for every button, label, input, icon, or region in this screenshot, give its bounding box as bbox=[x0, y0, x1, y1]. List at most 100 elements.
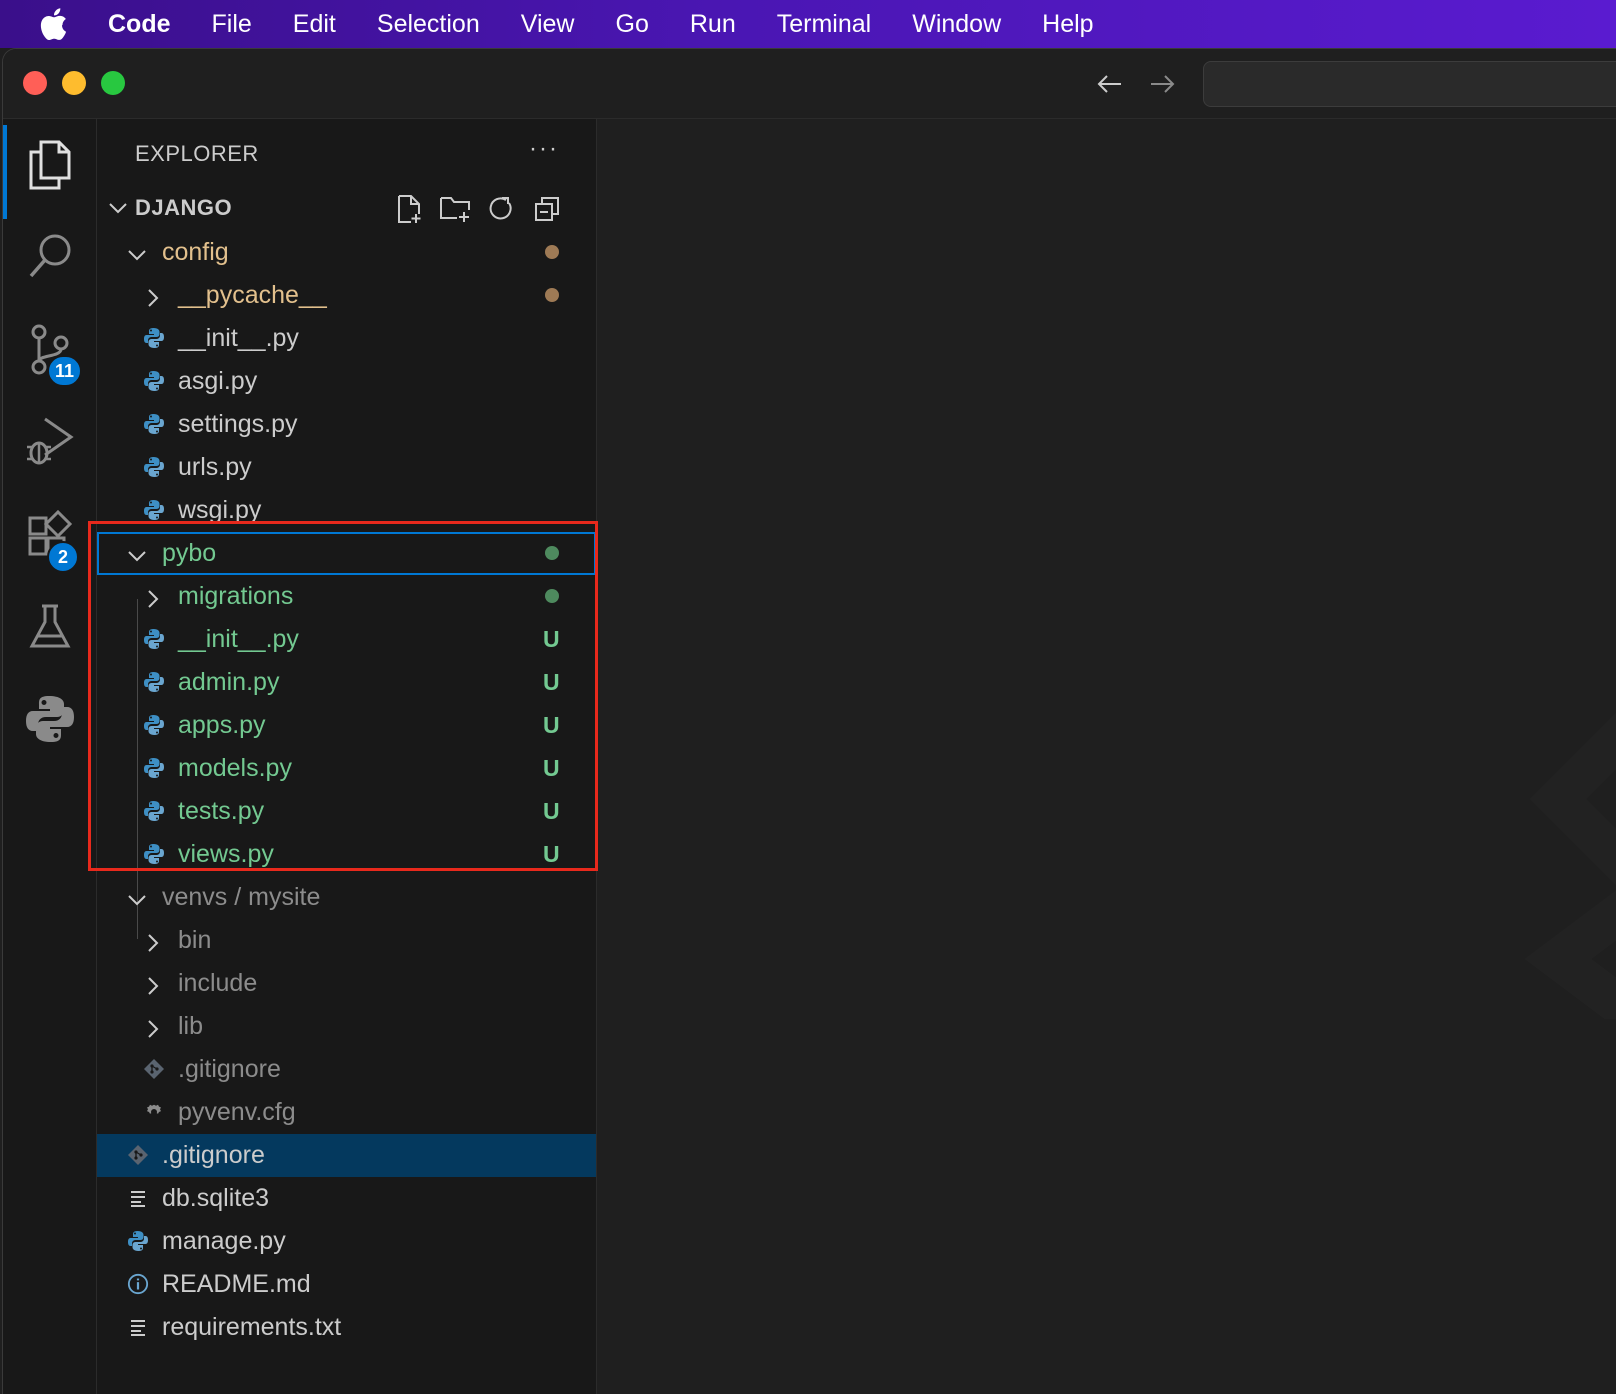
python-file-icon bbox=[143, 800, 165, 822]
chevron-right-icon bbox=[143, 1017, 161, 1038]
editor-area bbox=[598, 119, 1616, 1394]
more-actions-icon[interactable]: ··· bbox=[529, 135, 559, 163]
python-file-icon bbox=[143, 843, 165, 865]
collapse-all-button[interactable] bbox=[531, 193, 563, 225]
tree-file[interactable]: requirements.txt bbox=[97, 1306, 596, 1349]
tree-item-label: apps.py bbox=[178, 711, 266, 739]
arrow-left-icon bbox=[1097, 75, 1121, 93]
tree-file[interactable]: admin.py U bbox=[97, 661, 596, 704]
activity-run-debug[interactable] bbox=[3, 401, 97, 481]
gear-icon bbox=[143, 1101, 165, 1123]
search-icon bbox=[29, 234, 71, 278]
python-file-icon bbox=[143, 370, 165, 392]
workspace-section-header[interactable]: DJANGO bbox=[97, 187, 597, 229]
git-status-dot bbox=[545, 288, 559, 302]
tree-item-label: migrations bbox=[178, 582, 294, 610]
python-file-icon bbox=[143, 413, 165, 435]
menu-go[interactable]: Go bbox=[616, 10, 649, 39]
menu-file[interactable]: File bbox=[212, 10, 252, 39]
chevron-down-icon bbox=[127, 544, 146, 562]
tree-file[interactable]: manage.py bbox=[97, 1220, 596, 1263]
tree-file[interactable]: asgi.py bbox=[97, 360, 596, 403]
tree-file[interactable]: models.py U bbox=[97, 747, 596, 790]
tree-item-label: include bbox=[178, 969, 258, 997]
tree-file[interactable]: __init__.py bbox=[97, 317, 596, 360]
python-file-icon bbox=[143, 499, 165, 521]
go-forward-button[interactable] bbox=[1145, 67, 1179, 101]
chevron-right-icon bbox=[143, 931, 161, 952]
tree-file[interactable]: db.sqlite3 bbox=[97, 1177, 596, 1220]
tree-file[interactable]: .gitignore bbox=[97, 1048, 596, 1091]
chevron-right-icon bbox=[143, 974, 161, 995]
tree-folder[interactable]: pybo bbox=[97, 532, 596, 575]
tree-folder[interactable]: lib bbox=[97, 1005, 596, 1048]
tree-folder[interactable]: include bbox=[97, 962, 596, 1005]
extensions-badge: 2 bbox=[47, 541, 79, 573]
activity-explorer[interactable] bbox=[3, 125, 97, 219]
tree-item-label: __init__.py bbox=[178, 324, 299, 352]
tree-folder[interactable]: config bbox=[97, 231, 596, 274]
git-status-untracked-badge: U bbox=[543, 669, 560, 695]
tree-item-label: models.py bbox=[178, 754, 292, 782]
activity-search[interactable] bbox=[3, 217, 97, 297]
run-debug-icon bbox=[27, 417, 74, 465]
new-file-button[interactable] bbox=[393, 193, 425, 225]
tree-file[interactable]: pyvenv.cfg bbox=[97, 1091, 596, 1134]
git-status-untracked-badge: U bbox=[543, 798, 560, 824]
tree-item-label: asgi.py bbox=[178, 367, 258, 395]
close-window-button[interactable] bbox=[23, 71, 47, 95]
go-back-button[interactable] bbox=[1093, 67, 1127, 101]
menu-terminal[interactable]: Terminal bbox=[777, 10, 871, 39]
menu-run[interactable]: Run bbox=[690, 10, 736, 39]
menu-app-name[interactable]: Code bbox=[108, 10, 171, 39]
python-file-icon bbox=[143, 628, 165, 650]
refresh-icon bbox=[489, 197, 512, 220]
activity-testing[interactable] bbox=[3, 587, 97, 667]
minimize-window-button[interactable] bbox=[62, 71, 86, 95]
tree-file[interactable]: settings.py bbox=[97, 403, 596, 446]
arrow-right-icon bbox=[1151, 75, 1175, 93]
tree-file[interactable]: wsgi.py bbox=[97, 489, 596, 532]
title-bar bbox=[3, 49, 1616, 119]
tree-folder[interactable]: venvs / mysite bbox=[97, 876, 596, 919]
menu-selection[interactable]: Selection bbox=[377, 10, 480, 39]
activity-source-control[interactable]: 11 bbox=[3, 309, 97, 389]
refresh-button[interactable] bbox=[485, 193, 517, 225]
tree-folder[interactable]: bin bbox=[97, 919, 596, 962]
tree-item-label: manage.py bbox=[162, 1227, 286, 1255]
tree-file[interactable]: tests.py U bbox=[97, 790, 596, 833]
activity-python[interactable] bbox=[3, 679, 97, 759]
command-center-search[interactable] bbox=[1203, 61, 1616, 107]
activity-extensions[interactable]: 2 bbox=[3, 495, 97, 575]
menu-window[interactable]: Window bbox=[912, 10, 1001, 39]
menu-view[interactable]: View bbox=[521, 10, 575, 39]
python-file-icon bbox=[143, 456, 165, 478]
tree-file[interactable]: apps.py U bbox=[97, 704, 596, 747]
files-icon bbox=[29, 140, 71, 190]
tree-item-label: README.md bbox=[162, 1270, 311, 1298]
tree-file[interactable]: __init__.py U bbox=[97, 618, 596, 661]
testing-icon bbox=[29, 604, 71, 648]
tree-file[interactable]: README.md bbox=[97, 1263, 596, 1306]
tree-folder[interactable]: migrations bbox=[97, 575, 596, 618]
new-folder-button[interactable] bbox=[439, 193, 471, 225]
collapse-all-icon bbox=[535, 197, 559, 221]
tree-file[interactable]: views.py U bbox=[97, 833, 596, 876]
python-file-icon bbox=[127, 1230, 149, 1252]
python-file-icon bbox=[143, 757, 165, 779]
tree-file[interactable]: .gitignore bbox=[97, 1134, 596, 1177]
tree-item-label: wsgi.py bbox=[178, 496, 262, 524]
git-file-icon bbox=[143, 1058, 165, 1080]
file-tree: config __pycache__ __init__.py asgi.py setti… bbox=[97, 231, 597, 1349]
menu-help[interactable]: Help bbox=[1042, 10, 1093, 39]
source-control-badge: 11 bbox=[47, 355, 83, 387]
maximize-window-button[interactable] bbox=[101, 71, 125, 95]
tree-file[interactable]: urls.py bbox=[97, 446, 596, 489]
tree-folder[interactable]: __pycache__ bbox=[97, 274, 596, 317]
menu-edit[interactable]: Edit bbox=[293, 10, 336, 39]
git-status-dot bbox=[545, 546, 559, 560]
tree-item-label: db.sqlite3 bbox=[162, 1184, 270, 1212]
apple-icon[interactable] bbox=[0, 8, 108, 40]
macos-menu-bar: Code File Edit Selection View Go Run Ter… bbox=[0, 0, 1616, 48]
tree-item-label: pyvenv.cfg bbox=[178, 1098, 296, 1126]
